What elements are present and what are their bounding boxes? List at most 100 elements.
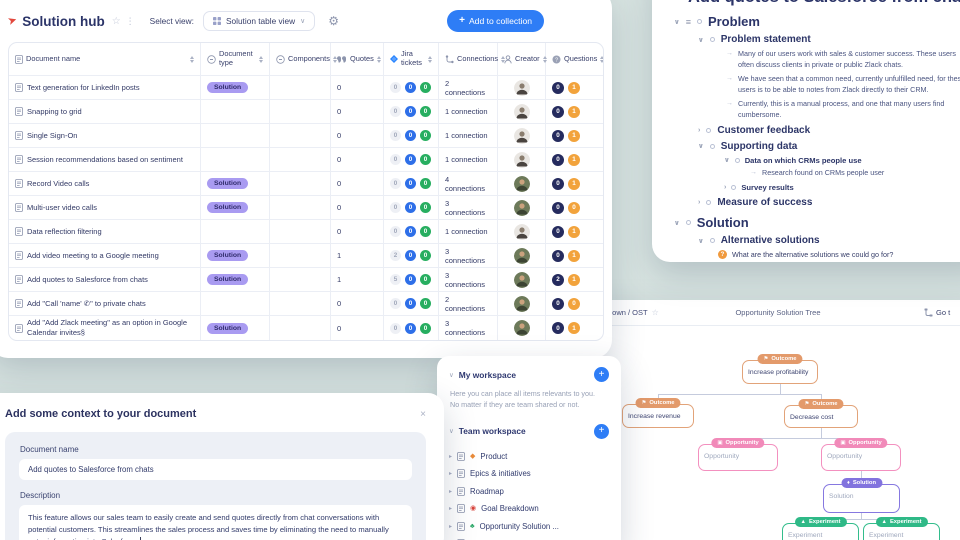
experiment-node[interactable]: ▲ Experiment Experiment (782, 517, 859, 540)
outcome-node[interactable]: ⚑ Outcome Increase profitability (742, 354, 818, 384)
table-row[interactable]: Add quotes to Salesforce from chats Solut… (9, 268, 603, 292)
document-name-cell[interactable]: Text generation for LinkedIn posts (9, 76, 201, 100)
outline-bullet[interactable]: → Currently, this is a manual process, an… (662, 98, 960, 120)
gear-icon[interactable]: ⚙ (328, 14, 339, 28)
document-name-cell[interactable]: Add "Add Zlack meeting" as an option in … (9, 316, 201, 340)
connections-cell[interactable]: 4 connections (439, 172, 498, 196)
outline-heading[interactable]: › Measure of success (662, 197, 960, 208)
sort-icon[interactable] (428, 55, 432, 63)
chevron-down-icon[interactable]: ∨ (674, 219, 680, 227)
team-workspace-header[interactable]: ∨ Team workspace + (449, 423, 609, 439)
chevron-down-icon[interactable]: ∨ (724, 156, 730, 164)
sort-icon[interactable] (600, 55, 603, 63)
document-name-cell[interactable]: Add quotes to Salesforce from chats (9, 268, 201, 292)
kebab-menu-icon[interactable]: ⋮ (126, 16, 135, 27)
outline-bullet[interactable]: → Research found on CRMs people user (662, 167, 960, 179)
chevron-right-icon[interactable]: ▸ (449, 470, 452, 477)
add-workspace-item-button[interactable]: + (594, 367, 609, 382)
outline-heading[interactable]: ∨≡Problem⋮ (662, 14, 960, 29)
outline-heading[interactable]: › Customer feedback (662, 125, 960, 136)
document-name-cell[interactable]: Add video meeting to a Google meeting (9, 244, 201, 268)
add-to-collection-button[interactable]: + Add to collection (447, 10, 544, 32)
outline-heading[interactable]: ∨ Problem statement (662, 34, 960, 45)
document-name-cell[interactable]: Session recommendations based on sentime… (9, 148, 201, 172)
chevron-right-icon[interactable]: › (698, 199, 700, 206)
table-row[interactable]: Single Sign-On 0 0 0 0 1 connection 0 1 (9, 124, 603, 148)
chevron-down-icon[interactable]: ∨ (698, 36, 704, 44)
outline-heading[interactable]: › Survey results (662, 183, 960, 192)
table-row[interactable]: Add "Call 'name' ✆" to private chats 0 0 0 0… (9, 292, 603, 316)
table-row[interactable]: Record Video calls Solution 0 0 0 0 4 connecti… (9, 172, 603, 196)
outcome-node[interactable]: ⚑ Outcome Decrease cost (784, 399, 858, 428)
drag-handle-icon[interactable]: ≡ (686, 17, 691, 27)
sort-icon[interactable] (259, 55, 263, 63)
chevron-down-icon[interactable]: ∨ (698, 142, 704, 150)
sidebar-item-opportunity-solution-[interactable]: ▸ ♣ Opportunity Solution ... (449, 518, 609, 536)
sort-icon[interactable] (190, 55, 194, 63)
connections-cell[interactable]: 1 connection (439, 220, 498, 244)
table-row[interactable]: Multi-user video calls Solution 0 0 0 0 3 conn… (9, 196, 603, 220)
document-name-cell[interactable]: Record Video calls (9, 172, 201, 196)
column-header-questions[interactable]: ? Questions (546, 43, 603, 76)
column-header-creator[interactable]: Creator (498, 43, 547, 76)
add-team-item-button[interactable]: + (594, 423, 609, 439)
sidebar-item-roadmap[interactable]: ▸ Roadmap (449, 483, 609, 501)
connections-cell[interactable]: 2 connections (439, 76, 498, 100)
chevron-down-icon[interactable]: ∨ (674, 18, 680, 26)
sidebar-item-solution-hub[interactable]: ▸➤Solution hub (449, 535, 609, 540)
outline-bullet[interactable]: → We have seen that a common need, curren… (662, 73, 960, 95)
sidebar-item-goal-breakdown[interactable]: ▸ ◉ Goal Breakdown (449, 500, 609, 518)
chevron-right-icon[interactable]: › (724, 184, 726, 191)
table-row[interactable]: Add "Add Zlack meeting" as an option in … (9, 316, 603, 340)
table-row[interactable]: Add video meeting to a Google meeting Sol… (9, 244, 603, 268)
ost-go-link[interactable]: Go t (924, 308, 950, 317)
chevron-right-icon[interactable]: ▸ (449, 505, 452, 512)
opportunity-node[interactable]: ▣ Opportunity Opportunity (698, 438, 778, 471)
connections-cell[interactable]: 2 connections (439, 292, 498, 316)
document-name-cell[interactable]: Multi-user video calls (9, 196, 201, 220)
connections-cell[interactable]: 3 connections (439, 196, 498, 220)
chevron-right-icon[interactable]: ▸ (449, 453, 452, 460)
chevron-right-icon[interactable]: ▸ (449, 488, 452, 495)
outline-heading[interactable]: ∨ Alternative solutions (662, 235, 960, 246)
table-row[interactable]: Snapping to grid 0 0 0 0 1 connection 0 1 (9, 100, 603, 124)
document-name-cell[interactable]: Snapping to grid (9, 100, 201, 124)
chevron-right-icon[interactable]: ▸ (449, 523, 452, 530)
table-row[interactable]: Session recommendations based on sentime… (9, 148, 603, 172)
column-header-jira-tickets[interactable]: Jira tickets (384, 43, 439, 76)
chevron-down-icon[interactable]: ∨ (698, 237, 704, 245)
outline-question[interactable]: ? What are the alternative solutions we c… (662, 250, 960, 260)
table-row[interactable]: Text generation for LinkedIn posts Soluti… (9, 76, 603, 100)
outline-heading[interactable]: ∨ Solution (662, 215, 960, 230)
document-name-cell[interactable]: Add "Call 'name' ✆" to private chats (9, 292, 201, 316)
connections-cell[interactable]: 3 connections (439, 244, 498, 268)
star-icon[interactable]: ☆ (112, 16, 121, 27)
connections-cell[interactable]: 1 connection (439, 148, 498, 172)
column-header-components[interactable]: Components (270, 43, 337, 76)
opportunity-node[interactable]: ▣ Opportunity Opportunity (821, 438, 901, 471)
connections-cell[interactable]: 3 connections (439, 316, 498, 340)
document-name-input[interactable]: Add quotes to Salesforce from chats (19, 459, 412, 480)
column-header-document-name[interactable]: Document name (9, 43, 201, 76)
table-row[interactable]: Data reflection filtering 0 0 0 0 1 connectio… (9, 220, 603, 244)
outline-heading[interactable]: ∨ Supporting data (662, 141, 960, 152)
column-header-connections[interactable]: Connections (439, 43, 506, 76)
close-icon[interactable]: × (420, 409, 426, 420)
document-name-cell[interactable]: Data reflection filtering (9, 220, 201, 244)
connections-cell[interactable]: 1 connection (439, 124, 498, 148)
sidebar-item-epics-initiatives[interactable]: ▸ Epics & initiatives (449, 465, 609, 483)
sidebar-item-product[interactable]: ▸ ◆ Product (449, 448, 609, 466)
outline-heading[interactable]: ∨ Data on which CRMs people use (662, 156, 960, 165)
connections-cell[interactable]: 1 connection (439, 100, 498, 124)
document-name-cell[interactable]: Single Sign-On (9, 124, 201, 148)
outcome-node[interactable]: ⚑ Outcome Increase revenue (622, 398, 694, 428)
sort-icon[interactable] (376, 55, 381, 63)
experiment-node[interactable]: ▲ Experiment Experiment (863, 517, 940, 540)
connections-cell[interactable]: 3 connections (439, 268, 498, 292)
column-header-document-type[interactable]: Document type (201, 43, 270, 76)
view-dropdown[interactable]: Solution table view ∨ (202, 11, 316, 31)
my-workspace-header[interactable]: ∨ My workspace + (449, 367, 609, 382)
chevron-right-icon[interactable]: › (698, 127, 700, 134)
outline-bullet[interactable]: → Many of our users work with sales & cus… (662, 48, 960, 70)
column-header-quotes[interactable]: Quotes (331, 43, 384, 76)
